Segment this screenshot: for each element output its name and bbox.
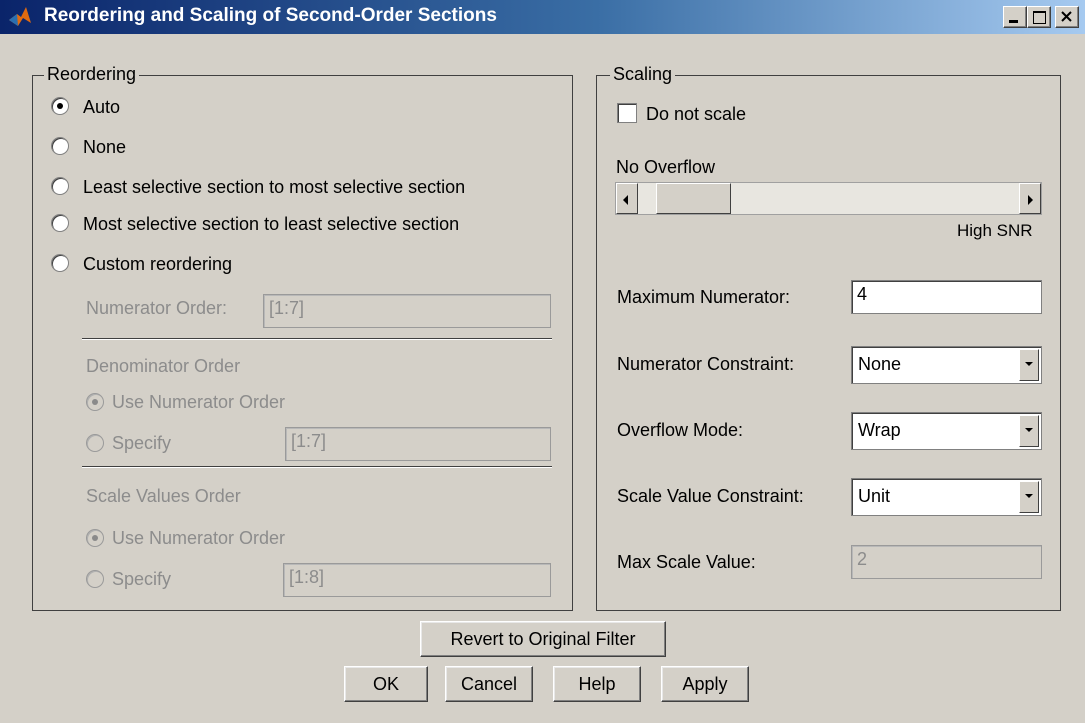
slider-right-button[interactable] — [1019, 183, 1041, 214]
slider-left-button[interactable] — [616, 183, 638, 214]
radio-custom-reordering[interactable] — [51, 254, 69, 272]
slider-min-label: No Overflow — [616, 157, 716, 177]
radio-scale-use-numerator[interactable] — [86, 529, 104, 547]
separator — [82, 466, 552, 468]
scaling-group-label: Scaling — [610, 64, 676, 85]
do-not-scale-label[interactable]: Do not scale — [646, 104, 746, 125]
title-bar[interactable]: Reordering and Scaling of Second-Order S… — [0, 0, 1085, 34]
maximize-icon — [1033, 11, 1046, 24]
denominator-order-title: Denominator Order — [86, 356, 241, 376]
scale-value-constraint-label: Scale Value Constraint: — [617, 486, 804, 506]
chevron-down-icon[interactable] — [1019, 481, 1039, 513]
max-scale-value-field[interactable]: 2 — [851, 545, 1042, 579]
close-icon — [1061, 11, 1072, 22]
ok-button[interactable]: OK — [344, 666, 428, 702]
numerator-constraint-label: Numerator Constraint: — [617, 354, 795, 374]
scale-specify-label[interactable]: Specify — [112, 569, 171, 590]
radio-none[interactable] — [51, 137, 69, 155]
max-numerator-field[interactable]: 4 — [851, 280, 1042, 314]
numerator-order-label: Numerator Order: — [86, 298, 228, 318]
cancel-button[interactable]: Cancel — [445, 666, 533, 702]
numerator-constraint-dropdown[interactable]: None — [851, 346, 1042, 384]
help-button[interactable]: Help — [553, 666, 641, 702]
scaling-slider[interactable] — [615, 182, 1042, 215]
radio-denominator-use-numerator[interactable] — [86, 393, 104, 411]
scaling-group — [596, 75, 1061, 611]
radio-least-to-most-label[interactable]: Least selective section to most selectiv… — [83, 177, 465, 198]
slider-thumb[interactable] — [656, 183, 731, 214]
close-button[interactable] — [1055, 6, 1079, 28]
minimize-button[interactable] — [1003, 6, 1027, 28]
scale-values-order-title: Scale Values Order — [86, 486, 241, 506]
denominator-use-numerator-label[interactable]: Use Numerator Order — [112, 392, 285, 413]
radio-scale-specify[interactable] — [86, 570, 104, 588]
matlab-logo-icon — [9, 7, 31, 26]
chevron-down-icon[interactable] — [1019, 415, 1039, 447]
radio-most-to-least-label[interactable]: Most selective section to least selectiv… — [83, 214, 459, 235]
scale-use-numerator-label[interactable]: Use Numerator Order — [112, 528, 285, 549]
overflow-mode-label: Overflow Mode: — [617, 420, 744, 440]
arrow-left-icon — [623, 195, 628, 205]
slider-max-label: High SNR — [957, 221, 1033, 240]
numerator-order-field[interactable]: [1:7] — [263, 294, 551, 328]
arrow-right-icon — [1028, 195, 1033, 205]
radio-custom-reordering-label[interactable]: Custom reordering — [83, 254, 232, 275]
revert-to-original-filter-button[interactable]: Revert to Original Filter — [420, 621, 666, 657]
separator — [82, 338, 552, 340]
apply-button[interactable]: Apply — [661, 666, 749, 702]
radio-denominator-specify[interactable] — [86, 434, 104, 452]
overflow-mode-dropdown[interactable]: Wrap — [851, 412, 1042, 450]
reordering-group-label: Reordering — [44, 64, 140, 85]
scale-values-order-field[interactable]: [1:8] — [283, 563, 551, 597]
radio-auto-label[interactable]: Auto — [83, 97, 120, 118]
scale-value-constraint-dropdown[interactable]: Unit — [851, 478, 1042, 516]
maximize-button[interactable] — [1027, 6, 1051, 28]
radio-auto[interactable] — [51, 97, 69, 115]
minimize-icon — [1009, 20, 1018, 23]
chevron-down-icon[interactable] — [1019, 349, 1039, 381]
max-scale-value-label: Max Scale Value: — [617, 552, 756, 572]
window-title: Reordering and Scaling of Second-Order S… — [44, 5, 497, 26]
do-not-scale-checkbox[interactable] — [617, 103, 637, 123]
radio-most-to-least[interactable] — [51, 214, 69, 232]
radio-least-to-most[interactable] — [51, 177, 69, 195]
denominator-specify-label[interactable]: Specify — [112, 433, 171, 454]
denominator-order-field[interactable]: [1:7] — [285, 427, 551, 461]
radio-none-label[interactable]: None — [83, 137, 126, 158]
max-numerator-label: Maximum Numerator: — [617, 287, 791, 307]
